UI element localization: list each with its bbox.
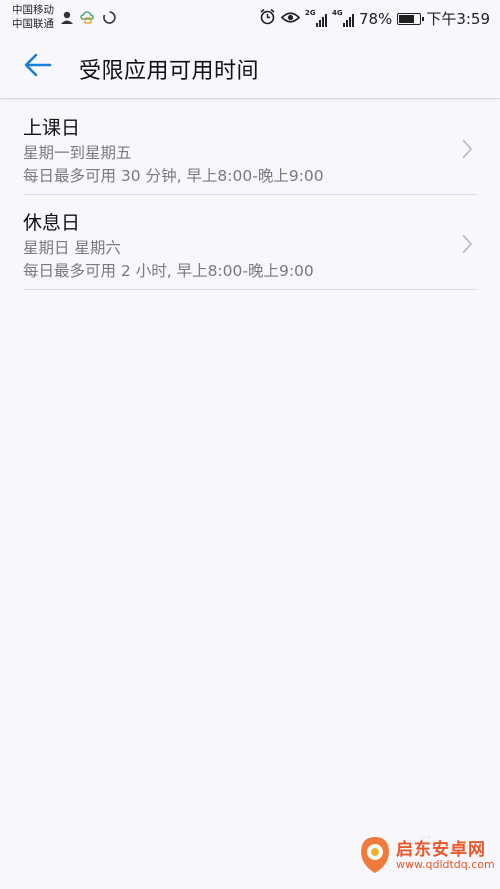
eye-icon: [280, 10, 301, 28]
chevron-right-icon: [461, 233, 473, 259]
person-icon: [60, 10, 74, 29]
item-days: 星期日 星期六: [23, 239, 121, 257]
cloud-lock-icon: [80, 9, 96, 29]
back-arrow-icon: [24, 53, 52, 81]
back-button[interactable]: [18, 50, 58, 84]
list-item-rest-days[interactable]: 休息日 星期日 星期六 每日最多可用 2 小时, 早上8:00-晚上9:00: [23, 195, 477, 290]
signal-icon: 4G: [331, 8, 354, 27]
app-bar: 受限应用可用时间: [0, 36, 500, 99]
status-notification-icons: [60, 9, 117, 29]
item-title: 上课日: [23, 117, 81, 139]
sync-icon: [102, 10, 117, 29]
item-limit: 每日最多可用 30 分钟, 早上8:00-晚上9:00: [23, 167, 324, 185]
page-title: 受限应用可用时间: [79, 59, 260, 84]
schedule-list: 上课日 星期一到星期五 每日最多可用 30 分钟, 早上8:00-晚上9:00 …: [0, 100, 500, 290]
screen: 中国移动 中国联通 2G 4G 78% 下午3:59 受限应用可用时间 上课日 …: [0, 0, 500, 889]
carrier-2: 中国联通: [12, 18, 54, 30]
watermark-name: 启东安卓网: [396, 840, 486, 860]
battery-icon: [397, 12, 425, 25]
status-bar: 中国移动 中国联通 2G 4G 78% 下午3:59: [0, 0, 500, 36]
watermark-url: www.qdldtdq.com: [396, 858, 495, 871]
watermark: 启东安卓网 www.qdldtdq.com: [358, 831, 495, 883]
item-days: 星期一到星期五: [23, 144, 132, 162]
status-right-icons: 2G 4G 78% 下午3:59: [259, 8, 490, 29]
signal-tag-2g: 2G: [304, 8, 316, 17]
watermark-logo-icon: [358, 835, 392, 879]
battery-percent: 78%: [358, 9, 393, 28]
alarm-icon: [259, 8, 276, 29]
signal-icon: 2G: [304, 8, 327, 27]
battery-fill: [399, 14, 415, 23]
item-title: 休息日: [23, 212, 81, 234]
clock: 下午3:59: [426, 10, 490, 28]
chevron-right-icon: [461, 138, 473, 164]
carrier-names: 中国移动 中国联通: [12, 3, 54, 31]
item-limit: 每日最多可用 2 小时, 早上8:00-晚上9:00: [23, 262, 314, 280]
signal-tag-4g: 4G: [331, 8, 343, 17]
carrier-1: 中国移动: [12, 4, 54, 16]
list-item-school-days[interactable]: 上课日 星期一到星期五 每日最多可用 30 分钟, 早上8:00-晚上9:00: [23, 100, 477, 195]
